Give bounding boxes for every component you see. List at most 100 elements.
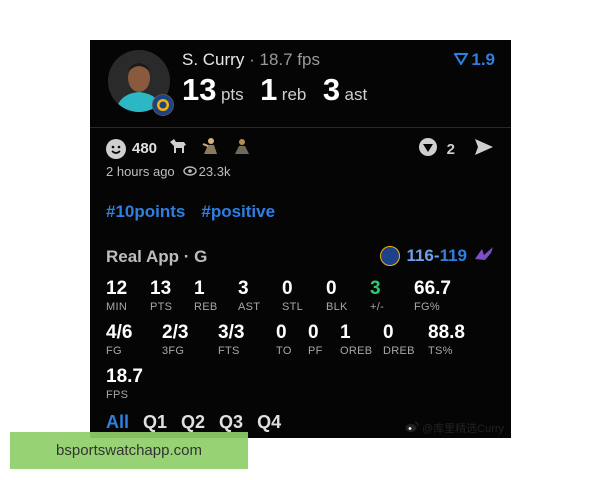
stat-pts: 13 PTS: [150, 278, 172, 313]
stat-value: 13: [150, 278, 172, 299]
hashtag-positive[interactable]: #positive: [201, 202, 275, 222]
points-value: 13: [182, 72, 217, 107]
stat-value: 3/3: [218, 322, 245, 343]
stat-fg-pct: 66.7 FG%: [414, 278, 451, 313]
tab-q2[interactable]: Q2: [181, 412, 205, 433]
jazz-team-icon: [473, 245, 495, 266]
player-name-line: S. Curry · 18.7 fps: [182, 50, 320, 70]
score-left: 116: [406, 245, 434, 265]
comment-count: 2: [446, 140, 455, 158]
stat-value: 1: [194, 278, 205, 299]
stat-label: OREB: [340, 345, 373, 357]
tab-all[interactable]: All: [106, 412, 129, 433]
stat-value: 0: [276, 322, 287, 343]
stat-label: 3FG: [162, 345, 185, 357]
fps-value: 18.7 fps: [259, 50, 320, 69]
post-actions: 2: [417, 136, 495, 162]
assists-value: 3: [322, 72, 341, 107]
stat-label: PTS: [150, 301, 173, 313]
stat-value: 3: [370, 278, 381, 299]
stat-dreb: 0 DREB: [383, 322, 415, 357]
stat-label: PF: [308, 345, 323, 357]
player-post-card: S. Curry · 18.7 fps 1.9 13 pts 1 reb 3 a…: [90, 40, 511, 438]
stat-value: 2/3: [162, 322, 189, 343]
upvote-icon: [453, 50, 470, 70]
time-ago: 2 hours ago: [106, 164, 175, 179]
stat-fts: 3/3 FTS: [218, 322, 244, 357]
hashtags: #10points #positive: [106, 202, 275, 222]
stat-stl: 0 STL: [282, 278, 303, 313]
headline-statline: 13 pts 1 reb 3 ast: [182, 72, 379, 108]
stat-label: MIN: [106, 301, 128, 313]
vote-score-value: 1.9: [471, 50, 495, 69]
player-reaction-icon[interactable]: [231, 136, 253, 161]
separator: ·: [249, 50, 255, 69]
stat-value: 0: [282, 278, 293, 299]
stat-label: TO: [276, 345, 292, 357]
views-icon: [182, 164, 197, 179]
celebration-reaction-icon[interactable]: [199, 136, 221, 161]
quarter-tabs: All Q1 Q2 Q3 Q4: [106, 412, 281, 433]
stat-label: TS%: [428, 345, 453, 357]
stat-plus-minus: 3 +/-: [370, 278, 384, 313]
stat-value: 3: [238, 278, 249, 299]
stat-label: FPS: [106, 389, 129, 401]
share-icon[interactable]: [473, 137, 495, 161]
stat-label: +/-: [370, 301, 385, 313]
site-watermark: bsportswatchapp.com: [10, 432, 248, 469]
stat-ts-pct: 88.8 TS%: [428, 322, 465, 357]
tab-q3[interactable]: Q3: [219, 412, 243, 433]
game-title[interactable]: Real App · G: [106, 247, 207, 267]
stat-reb: 1 REB: [194, 278, 218, 313]
points-label: pts: [220, 85, 244, 104]
hashtag-10points[interactable]: #10points: [106, 202, 185, 222]
stat-value: 88.8: [428, 322, 465, 343]
stat-pf: 0 PF: [308, 322, 323, 357]
stat-value: 1: [340, 322, 351, 343]
divider: [90, 127, 511, 128]
stat-value: 12: [106, 278, 128, 299]
smile-reaction-icon[interactable]: [106, 138, 126, 159]
tab-q1[interactable]: Q1: [143, 412, 167, 433]
stat-value: 4/6: [106, 322, 133, 343]
stat-label: DREB: [383, 345, 415, 357]
views-count: 23.3k: [198, 164, 231, 179]
score-right: 119: [439, 245, 467, 265]
stat-value: 0: [326, 278, 337, 299]
game-score[interactable]: 116-119: [380, 245, 495, 266]
stat-label: FG%: [414, 301, 440, 313]
rebounds-label: reb: [281, 85, 307, 104]
comment-icon[interactable]: [417, 136, 439, 162]
tab-q4[interactable]: Q4: [257, 412, 281, 433]
post-meta: 2 hours ago 23.3k: [106, 164, 230, 179]
weibo-icon: [405, 420, 419, 436]
stat-value: 0: [383, 322, 394, 343]
goat-reaction-icon[interactable]: [167, 136, 189, 161]
stat-label: FG: [106, 345, 122, 357]
stat-fps: 18.7 FPS: [106, 366, 143, 401]
stat-fg: 4/6 FG: [106, 322, 132, 357]
reaction-bar: 480: [106, 136, 253, 161]
stat-oreb: 1 OREB: [340, 322, 372, 357]
warriors-team-icon: [380, 245, 401, 266]
stat-value: 18.7: [106, 366, 143, 387]
weibo-credit: @库里精选Curry: [405, 420, 504, 436]
weibo-credit-text: @库里精选Curry: [422, 423, 505, 435]
stat-label: REB: [194, 301, 218, 313]
assists-label: ast: [344, 85, 368, 104]
reaction-count: 480: [132, 140, 158, 157]
stat-value: 66.7: [414, 278, 451, 299]
stat-label: FTS: [218, 345, 240, 357]
stat-label: AST: [238, 301, 261, 313]
stat-to: 0 TO: [276, 322, 292, 357]
vote-score[interactable]: 1.9: [453, 50, 495, 70]
stat-blk: 0 BLK: [326, 278, 348, 313]
stat-min: 12 MIN: [106, 278, 127, 313]
stat-3fg: 2/3 3FG: [162, 322, 188, 357]
stat-value: 0: [308, 322, 319, 343]
rebounds-value: 1: [260, 72, 278, 107]
stat-label: STL: [282, 301, 304, 313]
player-name[interactable]: S. Curry: [182, 50, 244, 69]
stat-label: BLK: [326, 301, 348, 313]
stat-ast: 3 AST: [238, 278, 260, 313]
